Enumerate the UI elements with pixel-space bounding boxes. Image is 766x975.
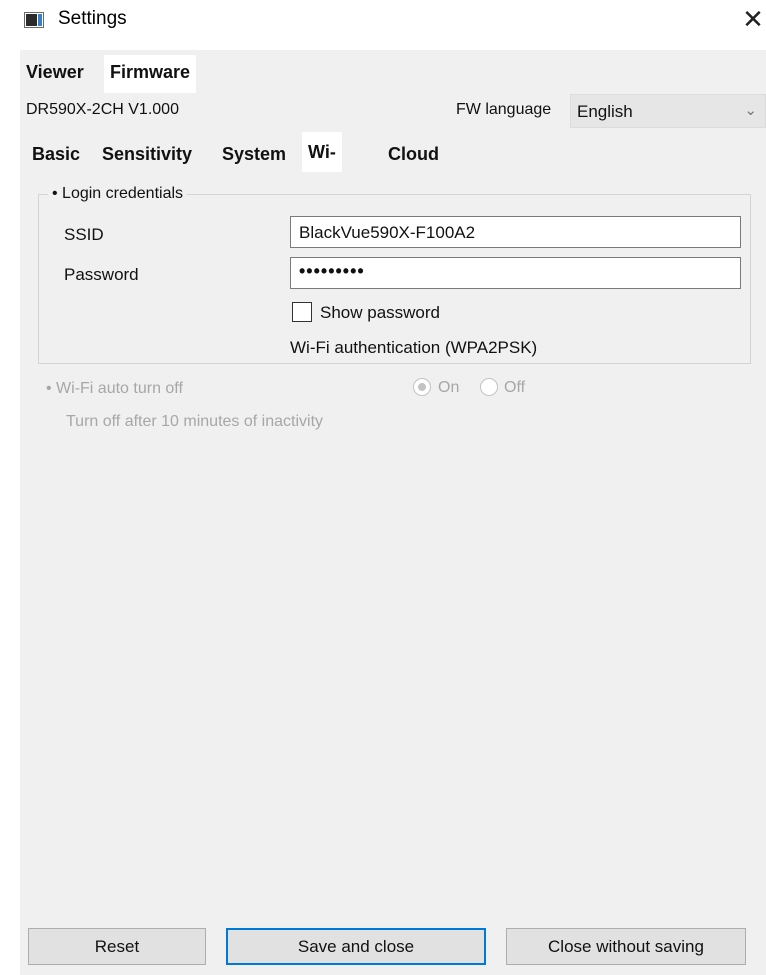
fw-language-value: English [577, 102, 633, 121]
save-and-close-button[interactable]: Save and close [226, 928, 486, 965]
app-icon [24, 12, 44, 28]
model-version: DR590X-2CH V1.000 [26, 101, 179, 118]
close-without-saving-button[interactable]: Close without saving [506, 928, 746, 965]
tab-basic[interactable]: Basic [26, 136, 86, 172]
chevron-down-icon: ⌄ [744, 102, 757, 119]
tab-firmware[interactable]: Firmware [104, 55, 197, 95]
reset-button[interactable]: Reset [28, 928, 206, 965]
password-label: Password [64, 265, 139, 284]
wifi-authentication-text: Wi-Fi authentication (WPA2PSK) [290, 338, 538, 357]
auto-off-off-label[interactable]: Off [504, 379, 525, 397]
ssid-input[interactable]: BlackVue590X-F100A2 [290, 216, 741, 248]
ssid-label: SSID [64, 225, 104, 244]
tab-viewer[interactable]: Viewer [20, 55, 90, 89]
auto-off-description: Turn off after 10 minutes of inactivity [66, 413, 324, 430]
close-icon[interactable]: ✕ [740, 4, 766, 36]
tab-wifi[interactable]: Wi-Fi [302, 132, 342, 202]
window-title: Settings [58, 8, 127, 29]
auto-off-on-radio[interactable] [413, 378, 431, 396]
show-password-label[interactable]: Show password [320, 303, 440, 323]
tab-cloud[interactable]: Cloud [382, 136, 445, 172]
login-credentials-title: • Login credentials [48, 185, 188, 203]
fw-language-select[interactable]: English ⌄ [570, 94, 766, 128]
tab-sensitivity[interactable]: Sensitivity [96, 136, 198, 172]
show-password-checkbox[interactable] [292, 302, 312, 322]
auto-off-on-label[interactable]: On [438, 379, 459, 397]
fw-language-label: FW language [456, 101, 552, 118]
tab-system[interactable]: System [216, 136, 292, 172]
wifi-auto-off-title: • Wi-Fi auto turn off [46, 380, 183, 397]
auto-off-off-radio[interactable] [480, 378, 498, 396]
title-bar: Settings ✕ [0, 0, 766, 42]
password-input[interactable]: ••••••••• [290, 257, 741, 289]
